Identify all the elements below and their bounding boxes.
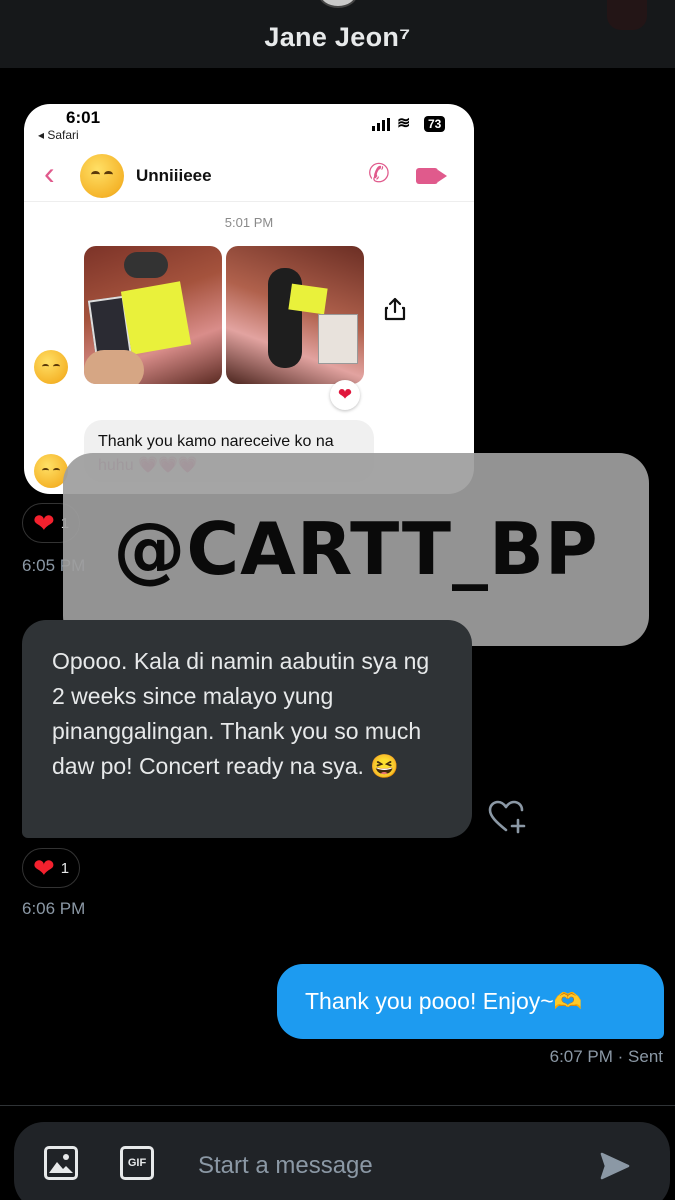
embedded-status-bar: 6:01 ◂ Safari ≋ 73	[24, 104, 474, 144]
send-icon[interactable]	[599, 1150, 631, 1182]
conversation-title[interactable]: Jane Jeon⁷	[0, 22, 675, 53]
smiling-emoji-avatar	[80, 154, 124, 198]
lightstick-photo-1	[84, 246, 222, 384]
message-composer: GIF	[14, 1122, 670, 1200]
gif-icon[interactable]: GIF	[120, 1146, 154, 1180]
video-icon	[416, 168, 447, 184]
share-icon	[384, 297, 406, 321]
composer-divider	[0, 1105, 675, 1106]
photo-heart-reaction: ❤	[330, 380, 360, 410]
embedded-contact-name: Unniiieee	[136, 166, 212, 185]
smiling-emoji-avatar-small	[34, 350, 68, 384]
header-corner-shape	[607, 0, 647, 30]
message-timestamp: 6:06 PM	[22, 899, 86, 918]
battery-icon: 73	[424, 116, 446, 132]
embedded-chat-header: ‹ Unniiieee ✆	[24, 152, 474, 202]
message-reaction[interactable]: ❤ 1	[22, 848, 81, 888]
contact-avatar[interactable]	[318, 0, 358, 8]
outgoing-message-bubble[interactable]: Thank you pooo! Enjoy~🫶	[277, 964, 664, 1039]
incoming-message-bubble[interactable]: Opooo. Kala di namin aabutin sya ng 2 we…	[22, 620, 472, 838]
reaction-count: 1	[60, 859, 70, 877]
add-reaction-icon[interactable]	[488, 800, 528, 834]
signal-icon	[372, 118, 390, 131]
image-icon[interactable]	[44, 1146, 78, 1180]
back-chevron-icon: ‹	[44, 155, 55, 191]
phone-icon: ✆	[368, 158, 390, 188]
embedded-message-line-1: Thank you kamo nareceive ko na	[98, 433, 334, 450]
conversation-header: Jane Jeon⁷	[0, 0, 675, 68]
watermark-box: @CARTT_BP	[63, 453, 649, 646]
watermark-text: @CARTT_BP	[113, 507, 599, 591]
heart-icon: ❤	[33, 853, 55, 883]
embedded-timestamp: 5:01 PM	[224, 215, 274, 230]
message-input[interactable]	[198, 1148, 578, 1184]
embedded-status-time: 6:01	[66, 108, 101, 127]
sent-status: 6:07 PM · Sent	[549, 1047, 663, 1066]
shared-screenshot-image[interactable]: 6:01 ◂ Safari ≋ 73 ‹ Unniiieee ✆ 5:01 PM…	[24, 104, 474, 494]
lightstick-photo-2	[226, 246, 364, 384]
embedded-back-to-safari: ◂ Safari	[38, 128, 79, 142]
wifi-icon: ≋	[397, 115, 411, 132]
heart-icon: ❤	[33, 508, 55, 538]
